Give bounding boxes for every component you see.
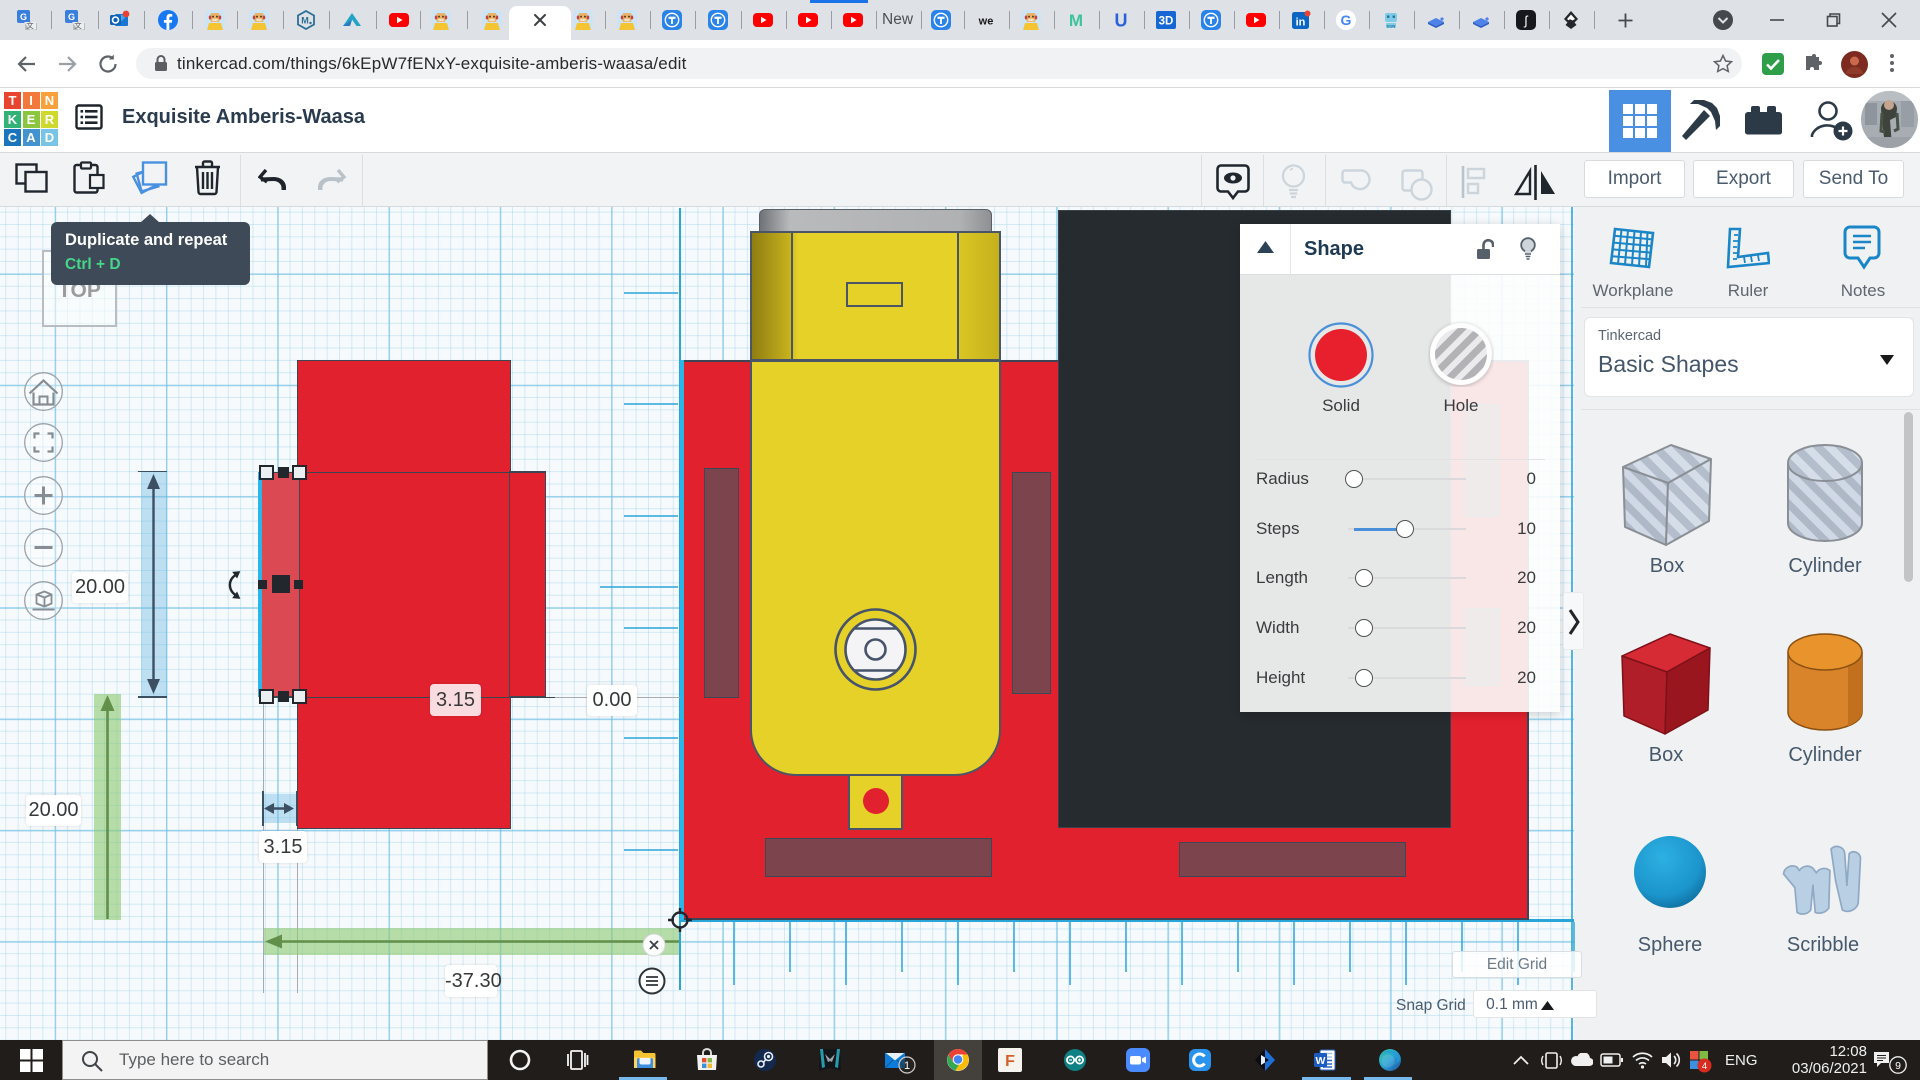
- svg-text:F: F: [1005, 1053, 1015, 1070]
- svg-text:4: 4: [1702, 1061, 1707, 1072]
- svg-text:1: 1: [904, 1060, 910, 1072]
- svg-text:W: W: [1316, 1055, 1326, 1067]
- svg-text:9: 9: [1895, 1060, 1901, 1072]
